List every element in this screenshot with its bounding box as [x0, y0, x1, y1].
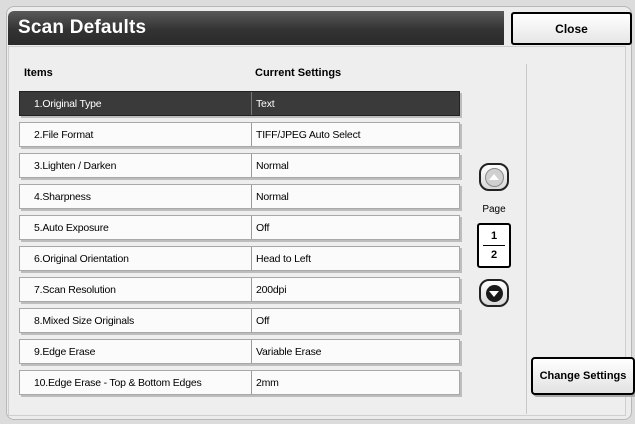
list-item[interactable]: 5.Auto Exposure Off: [19, 215, 460, 240]
page-separator: [483, 245, 505, 246]
item-label: 6.Original Orientation: [20, 247, 252, 270]
item-value: Head to Left: [256, 252, 311, 265]
item-label: 4.Sharpness: [20, 185, 252, 208]
item-label: 2.File Format: [20, 123, 252, 146]
current-page: 1: [490, 230, 498, 242]
settings-list: 1.Original Type Text 2.File Format TIFF/…: [19, 91, 460, 401]
arrow-down-icon: [485, 284, 503, 302]
list-item[interactable]: 10.Edge Erase - Top & Bottom Edges 2mm: [19, 370, 460, 395]
item-value: Normal: [256, 159, 289, 172]
item-label: 10.Edge Erase - Top & Bottom Edges: [20, 371, 252, 394]
item-label: 9.Edge Erase: [20, 340, 252, 363]
page-label: Page: [482, 204, 506, 215]
item-value: 200dpi: [256, 283, 287, 296]
item-label: 5.Auto Exposure: [20, 216, 252, 239]
item-value: Variable Erase: [256, 345, 322, 358]
item-value: Off: [256, 221, 270, 234]
item-label: 8.Mixed Size Originals: [20, 309, 252, 332]
item-value: Text: [256, 97, 275, 110]
vertical-divider: [526, 64, 527, 414]
change-settings-button[interactable]: Change Settings: [531, 357, 635, 395]
list-item[interactable]: 8.Mixed Size Originals Off: [19, 308, 460, 333]
page-title: Scan Defaults: [18, 17, 147, 38]
item-label: 3.Lighten / Darken: [20, 154, 252, 177]
column-header-current-settings: Current Settings: [255, 67, 342, 79]
list-item[interactable]: 1.Original Type Text: [19, 91, 460, 116]
list-item[interactable]: 3.Lighten / Darken Normal: [19, 153, 460, 178]
list-item[interactable]: 6.Original Orientation Head to Left: [19, 246, 460, 271]
item-value: Off: [256, 314, 270, 327]
column-header-items: Items: [24, 67, 53, 79]
item-value: 2mm: [256, 376, 279, 389]
scroll-up-button[interactable]: [479, 163, 509, 191]
list-item[interactable]: 2.File Format TIFF/JPEG Auto Select: [19, 122, 460, 147]
item-label: 1.Original Type: [20, 92, 252, 115]
item-label: 7.Scan Resolution: [20, 278, 252, 301]
scroll-down-button[interactable]: [479, 279, 509, 307]
item-value: Normal: [256, 190, 289, 203]
total-pages: 2: [490, 249, 498, 261]
title-bar: Scan Defaults: [8, 11, 504, 45]
item-value: TIFF/JPEG Auto Select: [256, 128, 361, 141]
list-item[interactable]: 9.Edge Erase Variable Erase: [19, 339, 460, 364]
page-indicator: 1 2: [477, 223, 511, 268]
close-button[interactable]: Close: [511, 12, 632, 45]
list-item[interactable]: 4.Sharpness Normal: [19, 184, 460, 209]
list-item[interactable]: 7.Scan Resolution 200dpi: [19, 277, 460, 302]
arrow-up-icon: [484, 167, 504, 187]
